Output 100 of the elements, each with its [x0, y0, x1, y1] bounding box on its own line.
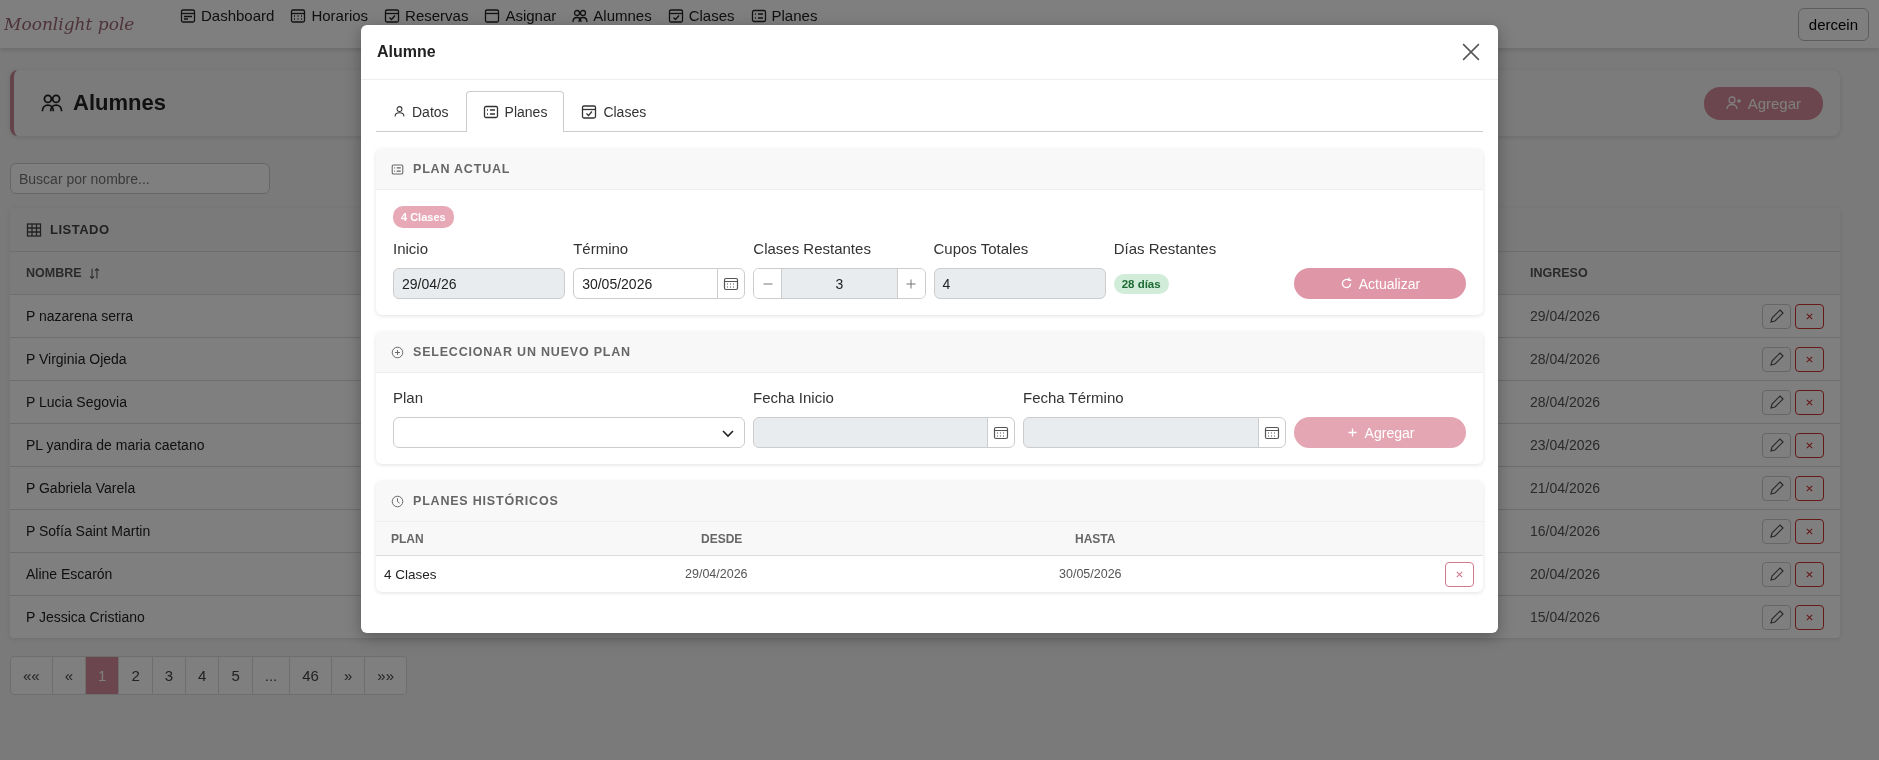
close-icon [1805, 440, 1814, 450]
plus-icon [1345, 426, 1359, 439]
edit-button[interactable] [1762, 561, 1791, 587]
section-title: PLAN ACTUAL [413, 162, 511, 176]
calendar-button[interactable] [1258, 417, 1286, 448]
column-header: HASTA [1075, 531, 1117, 546]
tab[interactable]: Planes [465, 91, 565, 132]
pencil-icon [1768, 566, 1785, 582]
field-label: Días Restantes [1113, 240, 1218, 259]
edit-button[interactable] [1762, 346, 1791, 372]
close-button[interactable] [1460, 41, 1482, 63]
page-link[interactable]: ... [251, 657, 290, 694]
update-button[interactable]: Actualizar [1293, 268, 1466, 299]
nav-link[interactable]: Dashboard [180, 7, 275, 24]
delete-button[interactable] [1795, 303, 1824, 329]
page-link[interactable]: » [330, 657, 365, 694]
field-label: Clases Restantes [753, 240, 872, 259]
close-icon [1805, 569, 1814, 579]
page-link[interactable]: 4 [185, 657, 219, 694]
field-label: Cupos Totales [933, 240, 1030, 259]
table-cell: P nazarena serra [26, 308, 134, 324]
page-link[interactable]: 5 [218, 657, 252, 694]
edit-button[interactable] [1762, 389, 1791, 415]
delete-button[interactable] [1445, 561, 1474, 587]
close-icon [1455, 569, 1464, 579]
field-label: Plan [393, 389, 425, 408]
edit-button[interactable] [1762, 432, 1791, 458]
nav-link[interactable]: Horarios [290, 7, 369, 24]
page-link[interactable]: «« [11, 657, 52, 694]
table-cell-text: 16/04/2026 [1530, 523, 1602, 539]
nav-link[interactable]: Asignar [484, 7, 557, 24]
people-icon [572, 7, 589, 24]
list-card-icon [391, 162, 404, 176]
calendar-check-icon [581, 103, 598, 120]
edit-button[interactable] [1762, 518, 1791, 544]
calendar-check-icon [667, 7, 684, 24]
page-link[interactable]: 46 [289, 657, 331, 694]
page-link[interactable]: 2 [118, 657, 152, 694]
search-field[interactable]: Buscar por nombre... [10, 163, 270, 194]
pencil-icon [1768, 523, 1785, 539]
pencil-icon [1768, 308, 1785, 324]
delete-button[interactable] [1795, 346, 1824, 372]
table-cell-text: 21/04/2026 [1530, 480, 1602, 496]
list-card-icon [482, 104, 499, 120]
close-icon [1805, 311, 1814, 321]
logo[interactable]: Moonlight pole [4, 14, 164, 34]
pencil-icon [1768, 609, 1785, 625]
calendar-icon [1264, 424, 1280, 441]
calendar-icon [180, 7, 196, 24]
page-title: Alumnes [73, 90, 166, 116]
tab[interactable]: Clases [564, 91, 664, 131]
edit-button[interactable] [1762, 303, 1791, 329]
person-icon [393, 105, 406, 118]
calendar-button[interactable] [717, 268, 746, 299]
clock-icon [391, 494, 404, 508]
nav-link[interactable]: Clases [667, 7, 735, 24]
nav-link[interactable]: Planes [750, 7, 818, 24]
table-cell: P Virginia Ojeda [26, 351, 127, 367]
section-title: LISTADO [50, 222, 110, 237]
date-field[interactable]: 30/05/2026 [573, 268, 719, 299]
plus-circle-icon [391, 345, 404, 359]
delete-button[interactable] [1795, 475, 1824, 501]
table-cell: P Lucia Segovia [26, 394, 127, 410]
close-icon [1805, 526, 1814, 536]
page-link[interactable]: »» [364, 657, 406, 694]
close-icon [1462, 43, 1480, 61]
table-cell: P Jessica Cristiano [26, 609, 145, 625]
table-cell-text: 28/04/2026 [1530, 351, 1602, 367]
table-cell: PL yandira de maria caetano [26, 437, 205, 453]
table-cell: P Gabriela Varela [26, 480, 136, 496]
delete-button[interactable] [1795, 432, 1824, 458]
field-label: Término [573, 240, 630, 259]
edit-button[interactable] [1762, 604, 1791, 630]
table-cell-text: 20/04/2026 [1530, 566, 1602, 582]
table-cell-text: 28/04/2026 [1530, 394, 1602, 410]
field-label: Inicio [393, 240, 430, 259]
nav-link[interactable]: Alumnes [572, 7, 652, 24]
table-cell-text: 30/05/2026 [1059, 567, 1123, 581]
user-button[interactable]: dercein [1797, 7, 1869, 41]
pencil-icon [1768, 437, 1785, 453]
delete-button[interactable] [1795, 604, 1824, 630]
delete-button[interactable] [1795, 389, 1824, 415]
calendar-button[interactable] [987, 417, 1015, 448]
edit-button[interactable] [1762, 475, 1791, 501]
table-icon [26, 221, 42, 238]
refresh-icon [1339, 277, 1353, 290]
close-icon [1805, 612, 1814, 622]
table-cell: Aline Escarón [26, 566, 113, 582]
tab[interactable]: Datos [376, 91, 466, 131]
days-badge: 28 días [1113, 273, 1169, 294]
plan-badge: 4 Clases [393, 206, 454, 228]
delete-button[interactable] [1795, 561, 1824, 587]
column-header: INGRESO [1530, 266, 1589, 280]
calendar-icon [723, 275, 740, 292]
number-field[interactable]: 3 [781, 269, 898, 298]
delete-button[interactable] [1795, 518, 1824, 544]
nav-link[interactable]: Reservas [384, 7, 469, 24]
close-icon [1805, 483, 1814, 493]
page-link[interactable]: 3 [151, 657, 186, 694]
pencil-icon [1768, 480, 1785, 496]
